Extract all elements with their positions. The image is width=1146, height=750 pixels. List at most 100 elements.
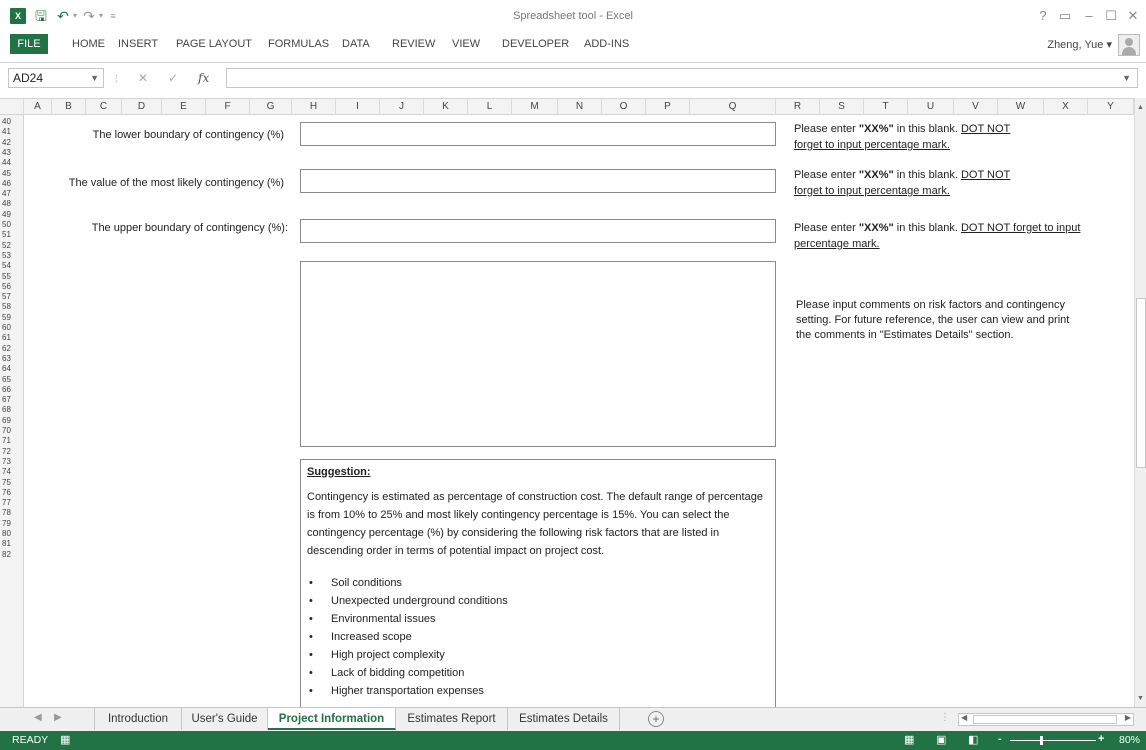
vertical-scroll-thumb[interactable] <box>1136 298 1146 468</box>
next-sheet-icon[interactable]: ▶ <box>54 712 62 723</box>
sheet-tab-project-information[interactable]: Project Information <box>268 708 396 730</box>
column-header-m[interactable]: M <box>512 99 558 115</box>
row-header-cell[interactable]: 74 <box>0 467 23 477</box>
column-header-q[interactable]: Q <box>690 99 776 115</box>
scroll-down-icon[interactable]: ▼ <box>1135 693 1146 705</box>
account-name[interactable]: Zheng, Yue ▾ <box>1047 38 1112 51</box>
column-header-h[interactable]: H <box>292 99 336 115</box>
column-header-x[interactable]: X <box>1044 99 1088 115</box>
row-header-cell[interactable]: 70 <box>0 426 23 436</box>
macro-record-icon[interactable]: ▦ <box>60 733 70 746</box>
row-header-cell[interactable]: 57 <box>0 292 23 302</box>
row-header-cell[interactable]: 42 <box>0 138 23 148</box>
row-header-cell[interactable]: 54 <box>0 261 23 271</box>
row-header-cell[interactable]: 40 <box>0 117 23 127</box>
row-header-cell[interactable]: 73 <box>0 457 23 467</box>
page-layout-view-icon[interactable]: ▣ <box>936 733 946 746</box>
add-sheet-icon[interactable]: + <box>648 711 664 727</box>
sheet-tab-users-guide[interactable]: User's Guide <box>182 708 268 730</box>
ribbon-display-icon[interactable]: ▭ <box>1054 6 1076 26</box>
row-header-cell[interactable]: 58 <box>0 302 23 312</box>
column-header-r[interactable]: R <box>776 99 820 115</box>
column-header-v[interactable]: V <box>954 99 998 115</box>
column-header-d[interactable]: D <box>122 99 162 115</box>
column-header-e[interactable]: E <box>162 99 206 115</box>
row-header-cell[interactable]: 59 <box>0 313 23 323</box>
column-header-u[interactable]: U <box>908 99 954 115</box>
expand-formula-icon[interactable]: ▼ <box>1122 69 1131 87</box>
insert-function-icon[interactable]: fx <box>198 68 209 88</box>
row-header-cell[interactable]: 67 <box>0 395 23 405</box>
normal-view-icon[interactable]: ▦ <box>904 733 914 746</box>
zoom-slider-handle[interactable] <box>1040 736 1043 745</box>
horizontal-scroll-thumb[interactable] <box>973 715 1117 724</box>
row-header-cell[interactable]: 44 <box>0 158 23 168</box>
row-header-cell[interactable]: 41 <box>0 127 23 137</box>
select-all-corner[interactable] <box>0 99 24 115</box>
name-box[interactable]: AD24 ▼ <box>8 68 104 88</box>
column-header-n[interactable]: N <box>558 99 602 115</box>
avatar[interactable] <box>1118 34 1140 56</box>
row-header-cell[interactable]: 47 <box>0 189 23 199</box>
row-header-cell[interactable]: 75 <box>0 478 23 488</box>
row-header-cell[interactable]: 55 <box>0 272 23 282</box>
horizontal-scrollbar[interactable]: ◀ ▶ <box>958 713 1134 726</box>
row-header-cell[interactable]: 81 <box>0 539 23 549</box>
previous-sheet-icon[interactable]: ◀ <box>34 712 42 723</box>
chevron-down-icon[interactable]: ▼ <box>90 69 99 87</box>
page-break-view-icon[interactable]: ◧ <box>968 733 978 746</box>
column-header-y[interactable]: Y <box>1088 99 1134 115</box>
cancel-icon[interactable]: ✕ <box>138 68 148 88</box>
tab-view[interactable]: VIEW <box>446 34 486 54</box>
column-header-i[interactable]: I <box>336 99 380 115</box>
tab-file[interactable]: FILE <box>10 34 48 54</box>
sheet-tab-introduction[interactable]: Introduction <box>94 708 182 730</box>
row-header-cell[interactable]: 61 <box>0 333 23 343</box>
row-header-cell[interactable]: 63 <box>0 354 23 364</box>
column-header-l[interactable]: L <box>468 99 512 115</box>
column-header-b[interactable]: B <box>52 99 86 115</box>
zoom-slider[interactable] <box>1010 740 1096 741</box>
scroll-right-icon[interactable]: ▶ <box>1125 713 1131 722</box>
row-header-cell[interactable]: 48 <box>0 199 23 209</box>
row-header-cell[interactable]: 79 <box>0 519 23 529</box>
column-header-w[interactable]: W <box>998 99 1044 115</box>
comments-textbox[interactable] <box>300 261 776 447</box>
most-likely-input[interactable] <box>300 169 776 193</box>
formula-input[interactable]: ▼ <box>226 68 1138 88</box>
row-header-cell[interactable]: 62 <box>0 344 23 354</box>
row-header-cell[interactable]: 68 <box>0 405 23 415</box>
row-header-cell[interactable]: 66 <box>0 385 23 395</box>
tab-developer[interactable]: DEVELOPER <box>496 34 575 54</box>
scroll-up-icon[interactable]: ▲ <box>1135 102 1146 114</box>
worksheet-grid[interactable]: The lower boundary of contingency (%) Pl… <box>24 115 1134 707</box>
sheet-tab-estimates-report[interactable]: Estimates Report <box>396 708 508 730</box>
scroll-left-icon[interactable]: ◀ <box>961 713 967 722</box>
column-header-p[interactable]: P <box>646 99 690 115</box>
tab-data[interactable]: DATA <box>336 34 376 54</box>
zoom-level[interactable]: 80% <box>1119 734 1140 746</box>
minimize-icon[interactable]: – <box>1078 6 1100 26</box>
lower-boundary-input[interactable] <box>300 122 776 146</box>
zoom-in-icon[interactable]: + <box>1098 733 1104 745</box>
row-header-cell[interactable]: 45 <box>0 169 23 179</box>
row-header-cell[interactable]: 43 <box>0 148 23 158</box>
sheet-tab-estimates-details[interactable]: Estimates Details <box>508 708 620 730</box>
row-header-cell[interactable]: 69 <box>0 416 23 426</box>
column-header-j[interactable]: J <box>380 99 424 115</box>
row-header-cell[interactable]: 51 <box>0 230 23 240</box>
tab-insert[interactable]: INSERT <box>112 34 164 54</box>
row-header-cell[interactable]: 50 <box>0 220 23 230</box>
maximize-icon[interactable]: ☐ <box>1100 6 1122 26</box>
tab-home[interactable]: HOME <box>66 34 111 54</box>
column-header-o[interactable]: O <box>602 99 646 115</box>
column-header-a[interactable]: A <box>24 99 52 115</box>
row-header-cell[interactable]: 65 <box>0 375 23 385</box>
column-header-f[interactable]: F <box>206 99 250 115</box>
row-header-cell[interactable]: 77 <box>0 498 23 508</box>
row-header-cell[interactable]: 60 <box>0 323 23 333</box>
upper-boundary-input[interactable] <box>300 219 776 243</box>
tab-add-ins[interactable]: ADD-INS <box>578 34 635 54</box>
tab-splitter-icon[interactable]: ⋮ <box>940 712 950 723</box>
row-header-cell[interactable]: 80 <box>0 529 23 539</box>
